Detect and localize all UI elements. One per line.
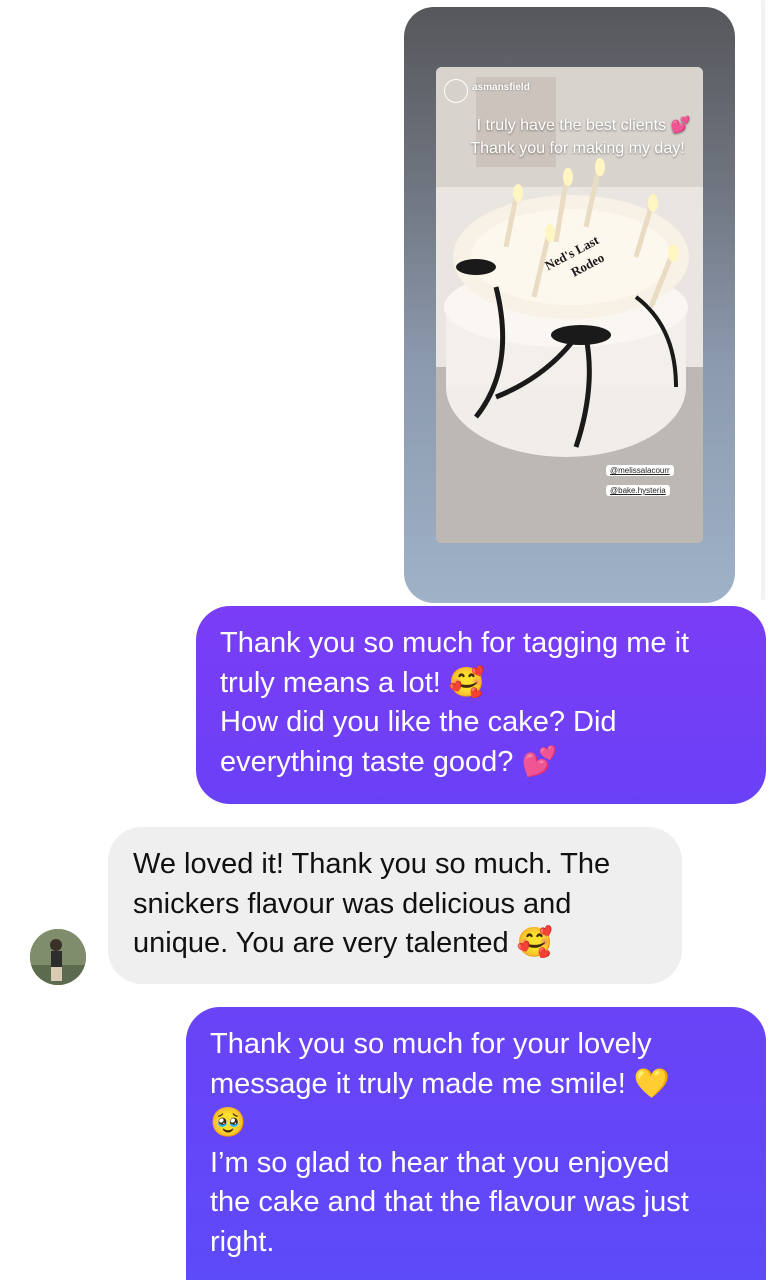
story-username: asmansfield — [472, 82, 530, 93]
story-image[interactable]: asmansfield I truly have the best client… — [436, 67, 703, 543]
sent-message-bubble[interactable]: Thank you so much for tagging me it trul… — [196, 606, 766, 804]
person-icon — [30, 929, 86, 985]
cake-writing: Ned's Last Rodeo — [542, 232, 606, 280]
story-reply-card[interactable]: asmansfield I truly have the best client… — [404, 7, 735, 603]
scrollbar[interactable] — [761, 0, 765, 600]
received-message-bubble[interactable]: We loved it! Thank you so much. The snic… — [108, 827, 682, 984]
story-tag-bake-hysteria[interactable]: @bake.hysteria — [606, 485, 670, 496]
story-tag-melissalacourr[interactable]: @melissalacourr — [606, 465, 674, 476]
story-caption-line1: I truly have the best clients 💕 — [476, 117, 691, 134]
sent-message-bubble[interactable]: Thank you so much for your lovely messag… — [186, 1007, 766, 1280]
story-caption-line2: Thank you for making my day! — [470, 140, 685, 157]
story-avatar — [444, 79, 468, 103]
avatar[interactable] — [30, 929, 86, 985]
